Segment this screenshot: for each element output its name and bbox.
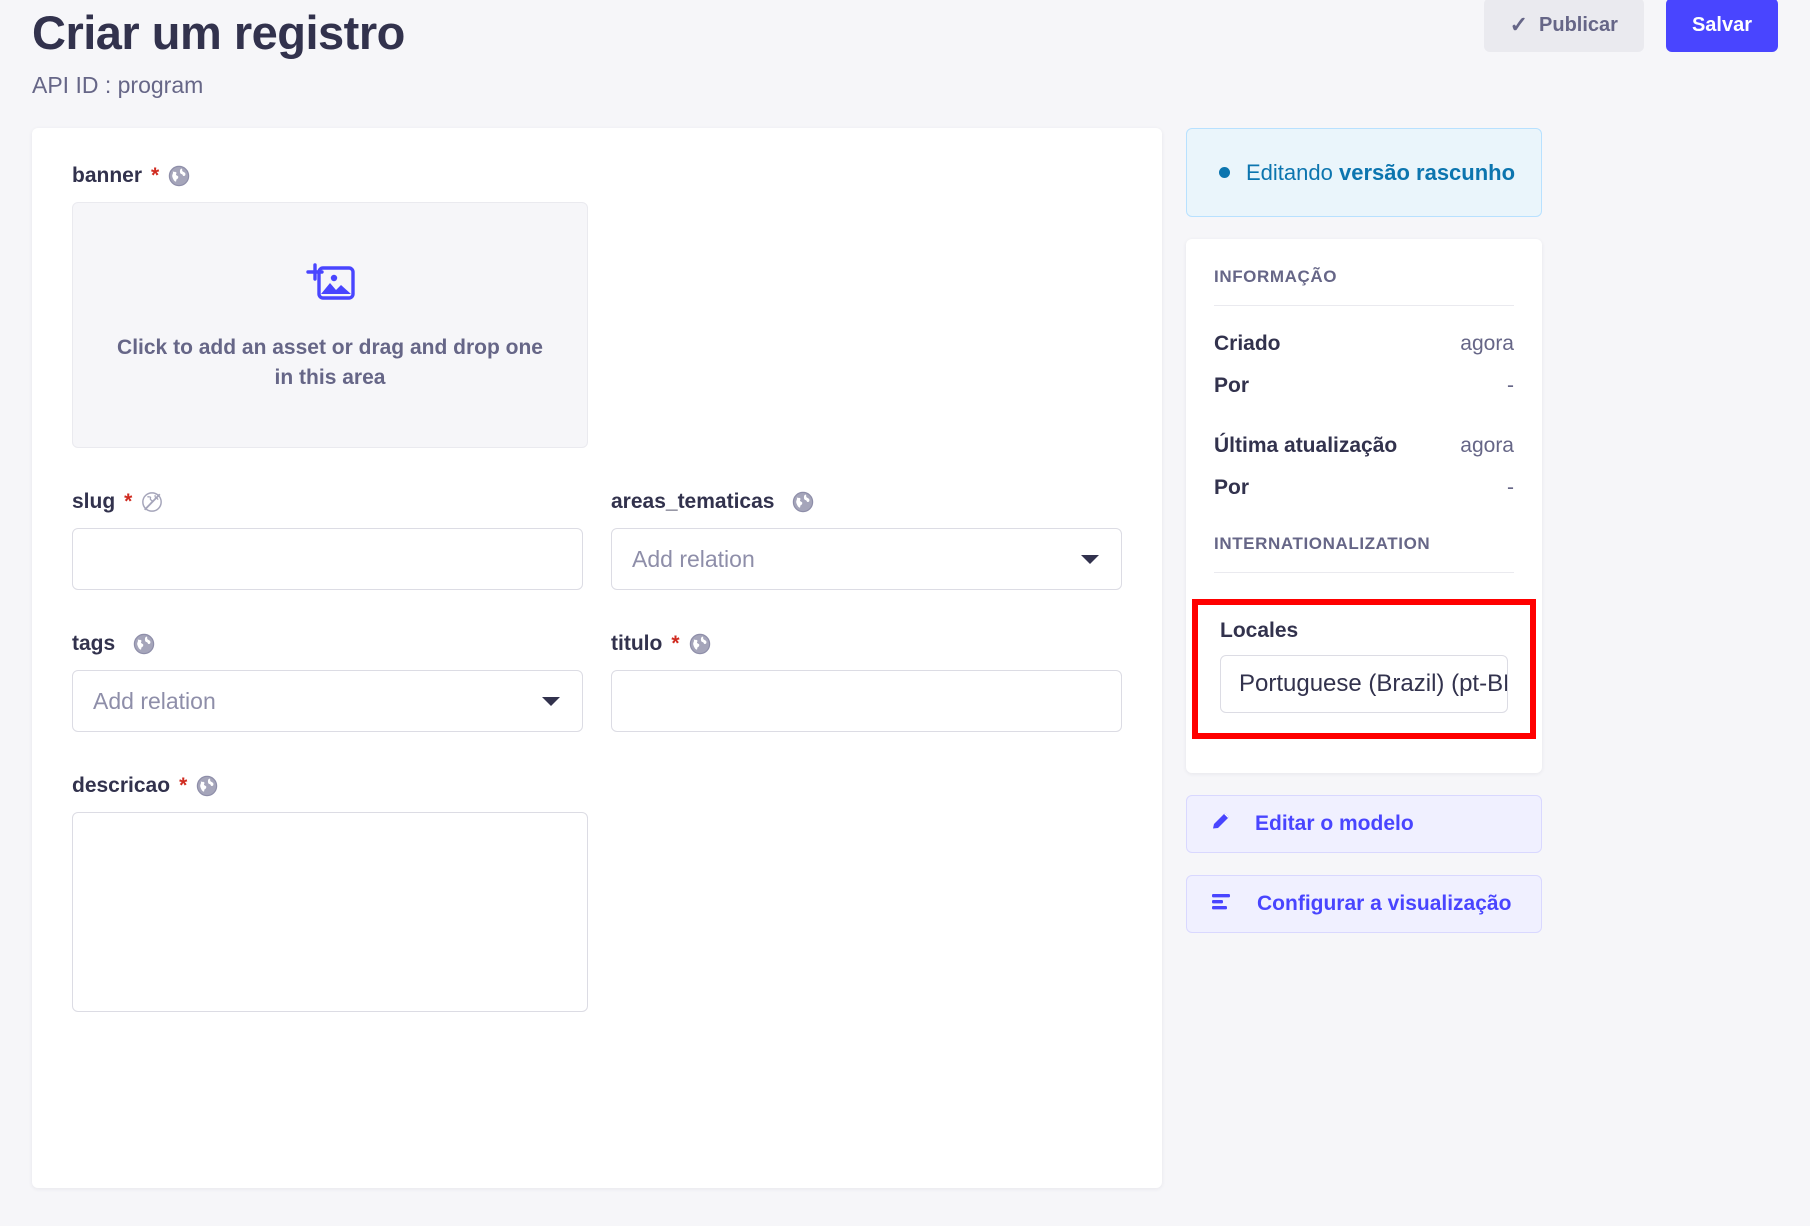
required-asterisk: * <box>179 774 188 797</box>
info-value: - <box>1507 374 1514 397</box>
sidebar: Editando versão rascunho INFORMAÇÃO Cria… <box>1186 128 1542 933</box>
field-name-titulo: titulo <box>611 632 663 655</box>
status-dot-icon <box>1219 167 1230 178</box>
field-name-descricao: descricao <box>72 774 171 797</box>
check-icon: ✓ <box>1509 12 1529 37</box>
edit-model-label: Editar o modelo <box>1255 812 1414 835</box>
api-id-label: API ID : program <box>32 72 204 98</box>
pencil-icon <box>1209 809 1233 839</box>
status-strong: versão rascunho <box>1338 160 1516 185</box>
info-row-por-atualizado: Por - <box>1214 476 1514 500</box>
tags-relation-select[interactable]: Add relation <box>72 670 583 732</box>
locales-label: Locales <box>1220 619 1299 642</box>
info-key: Criado <box>1214 332 1281 355</box>
info-value: agora <box>1460 332 1514 355</box>
information-card: INFORMAÇÃO Criado agora Por - Última atu… <box>1186 239 1542 773</box>
field-label-areas-tematicas: areas_tematicas <box>611 490 1122 514</box>
relation-placeholder: Add relation <box>93 687 216 714</box>
field-label-slug: slug * <box>72 490 583 514</box>
chevron-down-icon[interactable] <box>1081 554 1099 564</box>
titulo-input[interactable] <box>611 670 1122 732</box>
internationalization-section: INTERNATIONALIZATION Locales Portuguese … <box>1192 534 1536 739</box>
info-row-ultima-atualizacao: Última atualização agora <box>1214 434 1514 458</box>
field-banner: banner * Click to add an asset or drag a… <box>72 164 1122 448</box>
relation-placeholder: Add relation <box>632 545 755 572</box>
locale-selected-value: Portuguese (Brazil) (pt-BR) <box>1239 670 1508 697</box>
publish-button[interactable]: ✓ Publicar <box>1483 0 1644 52</box>
page-header: Criar um registro API ID : program ✓ Pub… <box>0 0 1810 128</box>
areas-tematicas-relation-select[interactable]: Add relation <box>611 528 1122 590</box>
globe-icon <box>168 165 190 187</box>
layout-list-icon <box>1209 889 1235 919</box>
globe-icon <box>196 775 218 797</box>
globe-icon <box>792 491 814 513</box>
field-slug: slug * <box>72 490 583 590</box>
configure-view-button[interactable]: Configurar a visualização <box>1186 875 1542 933</box>
field-name-areas-tematicas: areas_tematicas <box>611 490 775 513</box>
field-label-banner: banner * <box>72 164 1122 188</box>
edit-form-card: banner * Click to add an asset or drag a… <box>32 128 1162 1188</box>
field-name-tags: tags <box>72 632 116 655</box>
info-key: Última atualização <box>1214 434 1398 457</box>
add-image-icon <box>303 258 357 311</box>
internationalization-section-title: INTERNATIONALIZATION <box>1214 534 1514 573</box>
info-key: Por <box>1214 476 1250 499</box>
draft-status-card: Editando versão rascunho <box>1186 128 1542 217</box>
required-asterisk: * <box>124 490 133 513</box>
locale-highlight-box: Locales Portuguese (Brazil) (pt-BR) <box>1192 599 1536 739</box>
header-actions: ✓ Publicar Salvar <box>1483 0 1778 52</box>
asset-dropzone[interactable]: Click to add an asset or drag and drop o… <box>72 202 588 448</box>
field-areas-tematicas: areas_tematicas Add relation <box>611 490 1122 590</box>
info-key: Por <box>1214 374 1250 397</box>
configure-view-label: Configurar a visualização <box>1257 892 1512 915</box>
field-descricao: descricao * <box>72 774 1122 1017</box>
edit-model-button[interactable]: Editar o modelo <box>1186 795 1542 853</box>
required-asterisk: * <box>671 632 680 655</box>
info-value: - <box>1507 476 1514 499</box>
save-button[interactable]: Salvar <box>1665 0 1778 52</box>
asset-dropzone-text: Click to add an asset or drag and drop o… <box>117 335 543 389</box>
globe-icon <box>689 633 711 655</box>
required-asterisk: * <box>151 164 160 187</box>
publish-button-label: Publicar <box>1539 13 1618 36</box>
field-titulo: titulo * <box>611 632 1122 732</box>
status-text: Editando versão rascunho <box>1246 155 1515 190</box>
content-area: banner * Click to add an asset or drag a… <box>0 128 1810 1188</box>
save-button-label: Salvar <box>1691 13 1752 36</box>
info-value: agora <box>1460 434 1514 457</box>
field-row-2: tags Add relation titulo * <box>72 632 1122 732</box>
field-row-1: slug * areas_tematicas Add relation <box>72 490 1122 590</box>
globe-icon <box>133 633 155 655</box>
info-row-por-criado: Por - <box>1214 374 1514 398</box>
locale-select[interactable]: Portuguese (Brazil) (pt-BR) <box>1220 655 1508 713</box>
field-label-titulo: titulo * <box>611 632 1122 656</box>
chevron-down-icon[interactable] <box>542 696 560 706</box>
field-label-descricao: descricao * <box>72 774 1122 798</box>
descricao-textarea[interactable] <box>72 812 588 1012</box>
status-prefix: Editando <box>1246 160 1339 185</box>
slug-input[interactable] <box>72 528 583 590</box>
field-tags: tags Add relation <box>72 632 583 732</box>
information-section-title: INFORMAÇÃO <box>1214 267 1514 306</box>
field-name-slug: slug <box>72 490 116 513</box>
globe-crossed-icon <box>141 491 163 513</box>
info-row-criado: Criado agora <box>1214 332 1514 356</box>
field-label-tags: tags <box>72 632 583 656</box>
field-name-banner: banner <box>72 164 143 187</box>
